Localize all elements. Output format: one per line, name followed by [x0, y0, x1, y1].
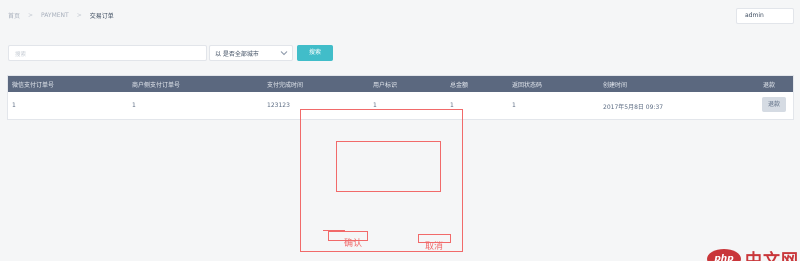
wx-order-cell: 1: [12, 102, 16, 109]
column-header: 返回状态码: [512, 82, 543, 89]
column-header: 微信支付订单号: [12, 82, 55, 89]
merchant-order-cell: 1: [132, 102, 136, 109]
breadcrumb-home[interactable]: 首页: [8, 11, 20, 20]
chevron-down-icon: [280, 51, 288, 56]
table-header: 微信支付订单号 商户侧支付订单号 支付完成时间 用户标识 总金额 返回状态码 创…: [8, 76, 793, 92]
column-header: 创建时间: [603, 82, 628, 89]
column-header: 用户标识: [373, 82, 398, 89]
annotation-confirm-text: 确认: [344, 239, 363, 249]
column-header: 支付完成时间: [267, 82, 304, 89]
search-input[interactable]: 搜索: [8, 45, 207, 61]
amount-cell: 1: [450, 102, 454, 109]
breadcrumb-current: 交易订单: [89, 13, 114, 20]
watermark-text: 中文网: [745, 251, 799, 261]
watermark: php 中文网: [707, 246, 799, 261]
breadcrumb-separator: >: [28, 12, 34, 19]
breadcrumb-separator: >: [76, 12, 82, 19]
refund-button[interactable]: 退款: [762, 97, 786, 112]
column-header: 商户侧支付订单号: [132, 82, 181, 89]
user-id-cell: 1: [373, 102, 377, 109]
php-logo: php: [707, 248, 741, 261]
breadcrumb: 首页 > PAYMENT > 交易订单: [8, 11, 114, 20]
status-code-cell: 1: [512, 102, 516, 109]
search-button[interactable]: 搜索: [297, 45, 333, 61]
city-select-value: 以 是否全部城市: [215, 51, 259, 58]
user-menu[interactable]: admin: [736, 8, 794, 24]
column-header: 退款: [763, 82, 776, 89]
breadcrumb-payment[interactable]: PAYMENT: [41, 12, 69, 19]
city-select[interactable]: 以 是否全部城市: [209, 45, 293, 61]
annotation-cancel-text: 取消: [425, 242, 444, 252]
created-time-cell: 2017年5月8日 09:37: [603, 104, 664, 111]
paid-time-cell: 123123: [267, 102, 290, 109]
column-header: 总金额: [450, 82, 469, 89]
annotation-content-box: [336, 141, 441, 192]
